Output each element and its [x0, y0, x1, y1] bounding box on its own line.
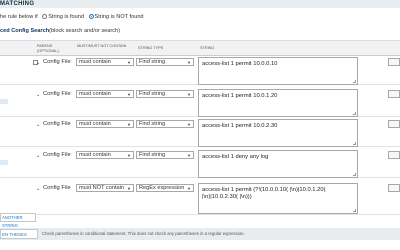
must-contain-value: must contain: [79, 121, 111, 127]
match-condition-prefix: he rule below if: [0, 14, 38, 20]
string-type-select[interactable]: Find string ▼: [136, 58, 194, 66]
string-type-value: Find string: [139, 59, 166, 65]
row-indicator: [0, 99, 8, 104]
chevron-down-icon: ▼: [127, 122, 131, 127]
string-type-value: Find string: [139, 121, 166, 127]
string-value: access-list 1 permit 10.0.2.30: [202, 123, 278, 129]
section-title: MATCHING: [0, 1, 35, 7]
must-contain-select[interactable]: must contain ▼: [76, 58, 134, 66]
string-type-value: Find string: [139, 91, 166, 97]
string-textarea[interactable]: access-list 1 permit 10.0.1.20: [198, 89, 358, 117]
string-value: access-list 1 deny any log: [202, 154, 269, 160]
row-indicator: [0, 160, 8, 165]
condition-row: ⌄ Config File must contain ▼ Find string ▼ acc…: [0, 119, 400, 147]
footer-note: Check parentheses in conditional stateme…: [42, 231, 245, 236]
string-type-select[interactable]: RegEx expression ▼: [136, 184, 194, 192]
row-extra-select[interactable]: [388, 90, 400, 98]
chevron-down-icon: ▼: [187, 153, 191, 158]
row-extra-select[interactable]: [388, 58, 400, 66]
col-string-type: STRING TYPE: [138, 46, 164, 50]
condition-row: ⌄ Config File must contain ▼ Find string ▼ acc…: [0, 89, 400, 117]
string-type-value: RegEx expression: [139, 185, 185, 191]
chevron-down-icon[interactable]: ⌄: [36, 186, 40, 192]
condition-row: ⌄ Config File must contain ▼ Find string ▼ acc…: [0, 150, 400, 178]
check-parentheses-button[interactable]: EN THESES: [0, 229, 38, 239]
chevron-down-icon: ▼: [127, 92, 131, 97]
radio-string-not-found[interactable]: [88, 14, 94, 19]
resize-handle-icon[interactable]: [353, 209, 356, 212]
row-source: Config File: [43, 185, 71, 191]
resize-handle-icon[interactable]: [353, 112, 356, 115]
resize-handle-icon[interactable]: [353, 80, 356, 83]
string-textarea[interactable]: access-list 1 permit (?!(10.0.0.10( |\n)…: [198, 183, 358, 214]
must-contain-value: must NOT contain: [79, 185, 124, 191]
row-indicator: [0, 119, 8, 146]
string-type-value: Find string: [139, 152, 166, 158]
chevron-down-icon: ▼: [127, 186, 131, 191]
chevron-down-icon[interactable]: ⌄: [36, 153, 40, 159]
string-value: access-list 1 permit 10.0.0.10: [202, 61, 278, 67]
string-value: access-list 1 permit (?!(10.0.0.10( |\n)…: [202, 187, 326, 201]
string-textarea[interactable]: access-list 1 permit 10.0.0.10: [198, 57, 358, 85]
string-type-select[interactable]: Find string ▼: [136, 90, 194, 98]
row-extra-select[interactable]: [388, 184, 400, 192]
must-contain-select[interactable]: must contain ▼: [76, 120, 134, 128]
radio-string-not-found-label[interactable]: String is NOT found: [95, 14, 144, 20]
column-header-row: PARENS (OPTIONAL) MUST/MUST NOT CONTAIN …: [0, 40, 400, 56]
row-source: Config File: [43, 59, 71, 65]
section-header: MATCHING: [0, 0, 400, 8]
chevron-down-icon[interactable]: ⌄: [36, 60, 40, 66]
must-contain-select[interactable]: must contain ▼: [76, 151, 134, 159]
col-must-contain: MUST/MUST NOT CONTAIN: [77, 44, 127, 48]
resize-handle-icon[interactable]: [353, 173, 356, 176]
add-another-string-button[interactable]: ANOTHER STRING: [0, 213, 36, 228]
row-source: Config File: [43, 91, 71, 97]
advanced-config-search: ced Config Search(block search and/or se…: [0, 28, 120, 34]
row-extra-select[interactable]: [388, 120, 400, 128]
must-contain-select[interactable]: must NOT contain ▼: [76, 184, 134, 192]
string-textarea[interactable]: access-list 1 deny any log: [198, 150, 358, 178]
condition-row: ⌄ Config File must NOT contain ▼ RegEx expre…: [0, 183, 400, 215]
chevron-down-icon[interactable]: ⌄: [36, 92, 40, 98]
must-contain-select[interactable]: must contain ▼: [76, 90, 134, 98]
radio-string-found[interactable]: [42, 14, 48, 19]
radio-string-found-label[interactable]: String is found: [48, 14, 84, 20]
chevron-down-icon: ▼: [187, 60, 191, 65]
chevron-down-icon[interactable]: ⌄: [36, 122, 40, 128]
row-extra-select[interactable]: [388, 151, 400, 159]
string-type-select[interactable]: Find string ▼: [136, 120, 194, 128]
col-string: STRING: [200, 46, 215, 50]
string-value: access-list 1 permit 10.0.1.20: [202, 93, 278, 99]
chevron-down-icon: ▼: [127, 60, 131, 65]
chevron-down-icon: ▼: [187, 122, 191, 127]
row-source: Config File: [43, 152, 71, 158]
chevron-down-icon: ▼: [187, 186, 191, 191]
row-indicator: [0, 57, 8, 84]
must-contain-value: must contain: [79, 152, 111, 158]
row-source: Config File: [43, 121, 71, 127]
chevron-down-icon: ▼: [187, 92, 191, 97]
string-textarea[interactable]: access-list 1 permit 10.0.2.30: [198, 119, 358, 147]
resize-handle-icon[interactable]: [353, 142, 356, 145]
col-parens: PARENS (OPTIONAL): [37, 44, 59, 53]
condition-row: ⌄ Config File must contain ▼ Find string ▼ acc…: [0, 57, 400, 85]
advanced-title: ced Config Search: [0, 28, 50, 34]
row-indicator: [0, 183, 8, 214]
match-condition: he rule below if String is found String …: [0, 14, 144, 20]
chevron-down-icon: ▼: [127, 153, 131, 158]
footer-bar: EN THESES Check parentheses in condition…: [0, 228, 400, 240]
string-type-select[interactable]: Find string ▼: [136, 151, 194, 159]
advanced-note: (block search and/or search): [49, 28, 121, 34]
must-contain-value: must contain: [79, 91, 111, 97]
must-contain-value: must contain: [79, 59, 111, 65]
